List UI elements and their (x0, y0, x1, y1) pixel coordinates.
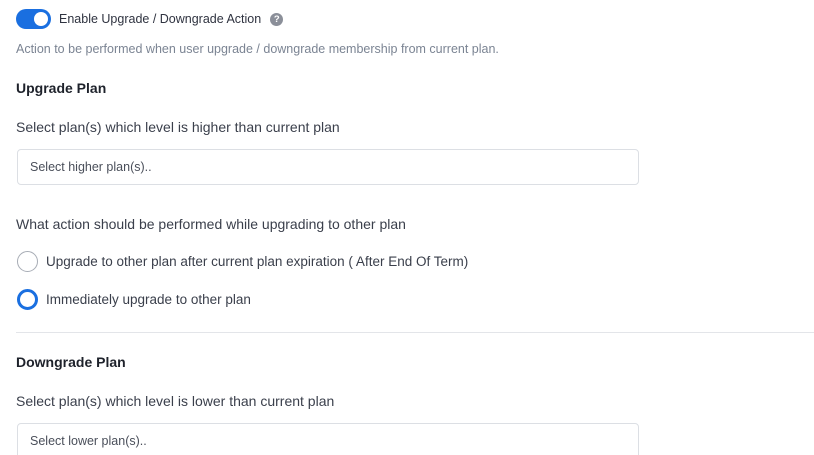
toggle-label: Enable Upgrade / Downgrade Action (59, 12, 262, 26)
upgrade-plan-title: Upgrade Plan (16, 80, 107, 96)
higher-plan-select[interactable]: Select higher plan(s).. (17, 149, 639, 185)
toggle-knob (34, 12, 48, 26)
radio-immediately-label: Immediately upgrade to other plan (46, 292, 251, 307)
upgrade-action-question: What action should be performed while up… (16, 216, 406, 232)
radio-option-immediately[interactable]: Immediately upgrade to other plan (17, 289, 251, 310)
action-description: Action to be performed when user upgrade… (16, 42, 499, 56)
radio-option-after-term[interactable]: Upgrade to other plan after current plan… (17, 251, 468, 272)
downgrade-select-label: Select plan(s) which level is lower than… (16, 393, 335, 409)
lower-plan-placeholder: Select lower plan(s).. (30, 434, 147, 448)
radio-after-term-label: Upgrade to other plan after current plan… (46, 254, 469, 269)
question-circle-icon[interactable]: ? (270, 12, 284, 26)
higher-plan-placeholder: Select higher plan(s).. (30, 160, 152, 174)
upgrade-downgrade-toggle-row: Enable Upgrade / Downgrade Action ? (16, 9, 284, 29)
downgrade-plan-title: Downgrade Plan (16, 354, 126, 370)
lower-plan-select[interactable]: Select lower plan(s).. (17, 423, 639, 455)
section-divider (16, 332, 814, 333)
radio-immediately[interactable] (17, 289, 38, 310)
radio-after-term[interactable] (17, 251, 38, 272)
upgrade-select-label: Select plan(s) which level is higher tha… (16, 119, 340, 135)
enable-upgrade-downgrade-toggle[interactable] (16, 9, 51, 29)
